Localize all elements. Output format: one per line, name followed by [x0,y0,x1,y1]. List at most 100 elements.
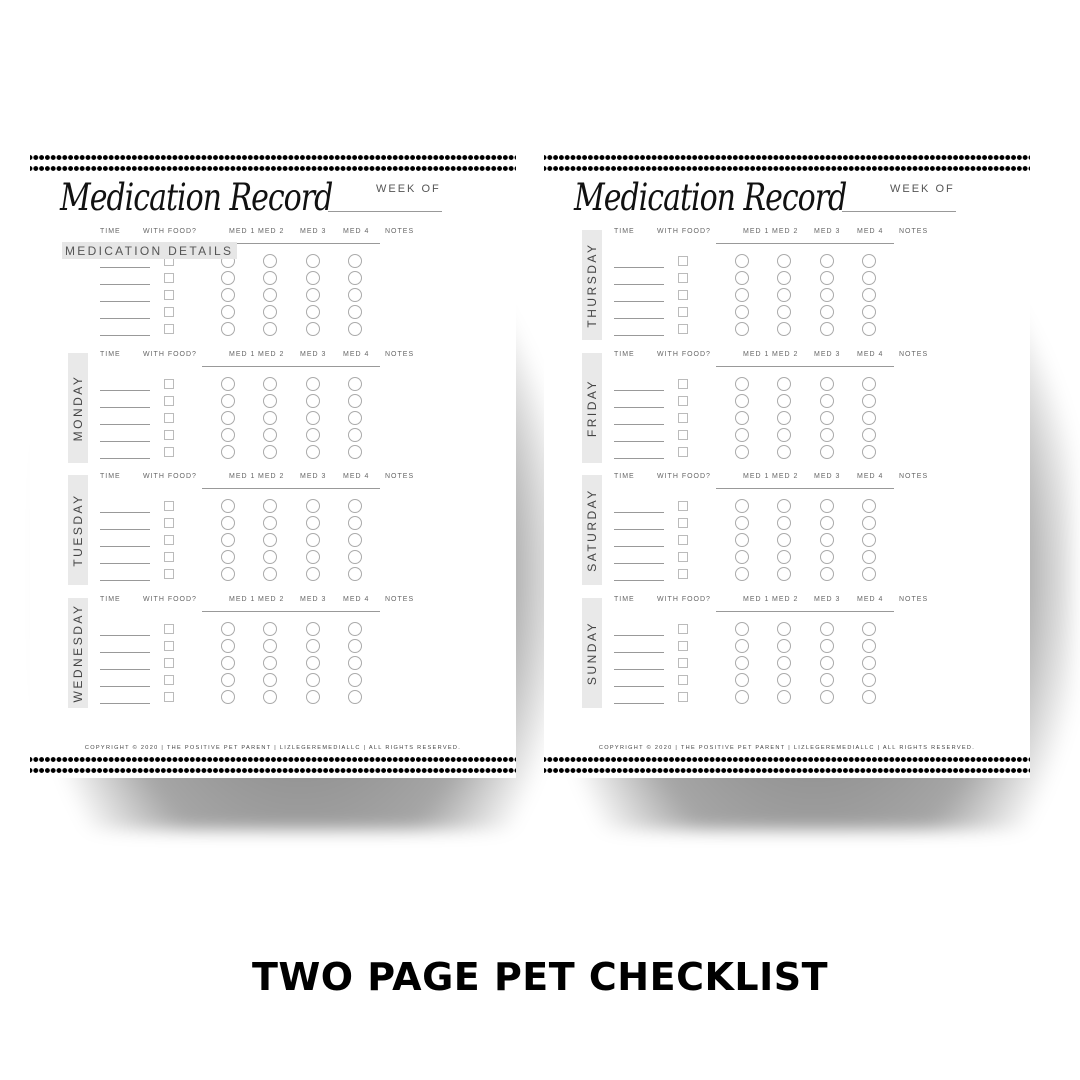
med-4-circle[interactable] [348,445,362,459]
med-4-circle[interactable] [862,673,876,687]
med-1-circle[interactable] [221,394,235,408]
med-1-circle[interactable] [221,639,235,653]
time-entry-line[interactable] [614,284,664,285]
med-1-circle[interactable] [735,690,749,704]
med-4-circle[interactable] [862,377,876,391]
time-entry-line[interactable] [614,335,664,336]
with-food-checkbox[interactable] [678,324,688,334]
med-1-circle[interactable] [221,622,235,636]
med-4-circle[interactable] [862,271,876,285]
med-1-circle[interactable] [735,377,749,391]
med-1-circle[interactable] [735,428,749,442]
med-2-circle[interactable] [263,428,277,442]
med-4-circle[interactable] [348,516,362,530]
time-entry-line[interactable] [614,529,664,530]
time-entry-line[interactable] [100,390,150,391]
med-1-circle[interactable] [735,622,749,636]
med-1-circle[interactable] [735,271,749,285]
med-3-circle[interactable] [306,445,320,459]
with-food-checkbox[interactable] [678,641,688,651]
med-2-circle[interactable] [777,550,791,564]
with-food-checkbox[interactable] [164,430,174,440]
med-2-circle[interactable] [263,567,277,581]
with-food-checkbox[interactable] [164,658,174,668]
with-food-checkbox[interactable] [164,501,174,511]
time-entry-line[interactable] [100,686,150,687]
time-entry-line[interactable] [614,703,664,704]
med-1-circle[interactable] [221,690,235,704]
time-entry-line[interactable] [614,652,664,653]
with-food-checkbox[interactable] [678,430,688,440]
med-1-circle[interactable] [221,516,235,530]
med-3-circle[interactable] [306,656,320,670]
med-2-circle[interactable] [263,445,277,459]
med-3-circle[interactable] [820,622,834,636]
med-1-circle[interactable] [221,445,235,459]
med-3-circle[interactable] [306,690,320,704]
med-2-circle[interactable] [777,656,791,670]
med-2-circle[interactable] [777,305,791,319]
med-2-circle[interactable] [263,322,277,336]
med-1-circle[interactable] [221,377,235,391]
med-3-circle[interactable] [820,567,834,581]
with-food-checkbox[interactable] [164,641,174,651]
med-3-circle[interactable] [820,550,834,564]
with-food-checkbox[interactable] [678,290,688,300]
med-1-circle[interactable] [735,288,749,302]
med-2-circle[interactable] [777,639,791,653]
med-3-circle[interactable] [820,673,834,687]
med-4-circle[interactable] [862,567,876,581]
med-3-circle[interactable] [306,516,320,530]
time-entry-line[interactable] [100,652,150,653]
time-entry-line[interactable] [614,441,664,442]
med-2-circle[interactable] [777,533,791,547]
med-4-circle[interactable] [862,550,876,564]
med-4-circle[interactable] [348,411,362,425]
med-4-circle[interactable] [348,288,362,302]
med-3-circle[interactable] [306,305,320,319]
med-4-circle[interactable] [348,533,362,547]
time-entry-line[interactable] [614,267,664,268]
med-4-circle[interactable] [862,305,876,319]
time-entry-line[interactable] [614,512,664,513]
med-3-circle[interactable] [820,639,834,653]
med-4-circle[interactable] [862,254,876,268]
week-of-line[interactable] [328,211,442,212]
time-entry-line[interactable] [100,635,150,636]
med-1-circle[interactable] [221,288,235,302]
time-entry-line[interactable] [100,318,150,319]
med-3-circle[interactable] [820,254,834,268]
week-of-line[interactable] [842,211,956,212]
med-4-circle[interactable] [862,411,876,425]
time-entry-line[interactable] [614,563,664,564]
med-1-circle[interactable] [735,567,749,581]
med-3-circle[interactable] [306,394,320,408]
med-3-circle[interactable] [306,254,320,268]
med-2-circle[interactable] [263,271,277,285]
med-3-circle[interactable] [820,411,834,425]
med-3-circle[interactable] [306,288,320,302]
med-4-circle[interactable] [348,656,362,670]
med-3-circle[interactable] [306,639,320,653]
time-entry-line[interactable] [614,635,664,636]
med-3-circle[interactable] [820,656,834,670]
with-food-checkbox[interactable] [164,535,174,545]
med-1-circle[interactable] [221,322,235,336]
with-food-checkbox[interactable] [678,658,688,668]
time-entry-line[interactable] [614,669,664,670]
med-2-circle[interactable] [263,673,277,687]
time-entry-line[interactable] [100,301,150,302]
with-food-checkbox[interactable] [678,379,688,389]
with-food-checkbox[interactable] [678,692,688,702]
time-entry-line[interactable] [100,424,150,425]
med-4-circle[interactable] [348,271,362,285]
med-4-circle[interactable] [348,499,362,513]
med-2-circle[interactable] [263,394,277,408]
med-1-circle[interactable] [735,445,749,459]
med-2-circle[interactable] [777,499,791,513]
with-food-checkbox[interactable] [164,692,174,702]
med-3-circle[interactable] [820,690,834,704]
med-3-circle[interactable] [820,271,834,285]
med-1-circle[interactable] [735,305,749,319]
med-3-circle[interactable] [820,377,834,391]
